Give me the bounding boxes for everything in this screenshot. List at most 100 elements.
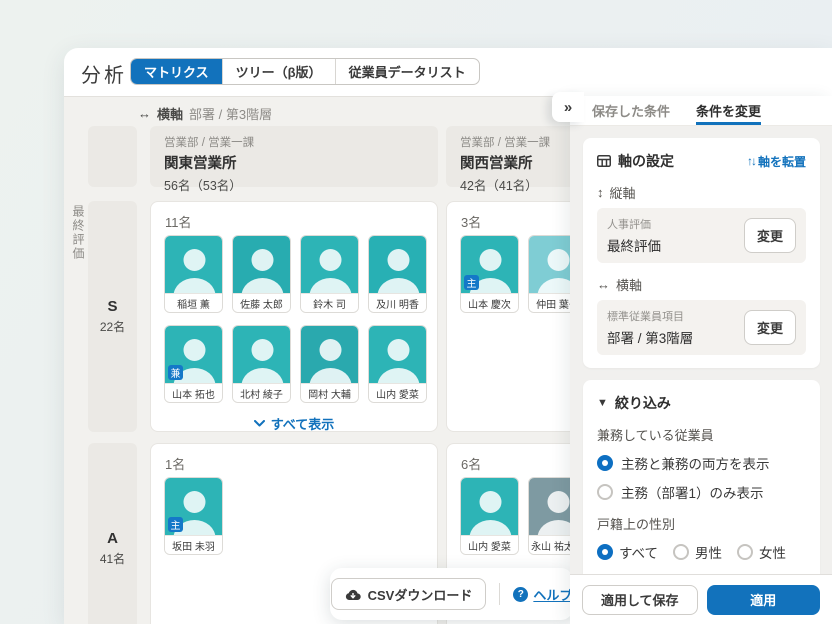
- x-axis-value: 部署 / 第3階層: [189, 104, 272, 123]
- horizontal-arrow-icon: ↔: [138, 106, 151, 121]
- question-mark-icon: ?: [513, 587, 528, 602]
- floating-toolbar: CSVダウンロード ? ヘルプ: [330, 568, 573, 620]
- row-count: 22名: [100, 318, 125, 335]
- employee-name: 佐藤 太郎: [233, 293, 290, 312]
- employee-name: 仲田 葉子: [529, 293, 576, 312]
- employee-card[interactable]: 永山 祐太郎: [528, 477, 576, 555]
- column-group: 営業部 / 営業一課: [164, 134, 424, 150]
- filter-title: ▼ 絞り込み: [597, 393, 806, 413]
- employee-card[interactable]: 山内 愛菜: [368, 325, 427, 403]
- table-icon: [597, 155, 611, 167]
- employee-card[interactable]: 及川 明香: [368, 235, 427, 313]
- column-header-kansai: 営業部 / 営業一課 関西営業所 42名（41名）: [446, 126, 576, 187]
- photo-grid: 稲垣 薫 佐藤 太郎 鈴木 司: [164, 235, 427, 403]
- horizontal-arrow-icon: ↔: [597, 277, 610, 292]
- employee-name: 及川 明香: [369, 293, 426, 312]
- csv-download-label: CSVダウンロード: [368, 585, 473, 604]
- employee-card[interactable]: 仲田 葉子: [528, 235, 576, 313]
- panel-footer: 適用して保存 適用: [570, 574, 832, 624]
- matrix-area: ↔ 横軸 部署 / 第3階層 営業部 / 営業一課 関東営業所 56名（53名）…: [64, 96, 576, 624]
- concurrent-employees-label: 兼務している従業員: [597, 425, 806, 444]
- chevrons-right-icon: »: [564, 99, 572, 116]
- cell-count: 11名: [165, 212, 192, 231]
- tab-change-conditions[interactable]: 条件を変更: [696, 96, 761, 125]
- horizontal-axis-section-label: ↔ 横軸: [597, 275, 806, 294]
- change-horizontal-axis-button[interactable]: 変更: [744, 310, 796, 345]
- toolbar-divider: [499, 583, 500, 605]
- column-group: 営業部 / 営業一課: [460, 134, 566, 150]
- help-link[interactable]: ? ヘルプ: [513, 585, 572, 604]
- employee-card[interactable]: 兼 山本 拓也: [164, 325, 223, 403]
- radio-unselected-icon[interactable]: [673, 544, 689, 560]
- filter-card: ▼ 絞り込み 兼務している従業員 主務と兼務の両方を表示 主務（部署1）のみ表示…: [583, 380, 820, 574]
- filter-icon: ▼: [597, 397, 608, 409]
- tab-matrix[interactable]: マトリクス: [131, 59, 222, 84]
- employee-name: 北村 綾子: [233, 383, 290, 402]
- tab-saved-conditions[interactable]: 保存した条件: [592, 96, 670, 125]
- axis-settings-title: 軸の設定: [597, 151, 674, 171]
- employee-photo: [301, 326, 358, 383]
- employee-card[interactable]: 岡村 大輔: [300, 325, 359, 403]
- radio-gender-all[interactable]: すべて: [597, 542, 658, 562]
- radio-gender-female[interactable]: 女性: [737, 542, 786, 562]
- row-count: 41名: [100, 550, 125, 567]
- csv-download-button[interactable]: CSVダウンロード: [331, 578, 487, 610]
- panel-collapse-button[interactable]: »: [552, 92, 584, 122]
- cloud-download-icon: [345, 588, 361, 601]
- panel-body: 軸の設定 ↑↓ 軸を転置 ↕ 縦軸 人事評価 最終評価 変更: [570, 126, 832, 574]
- employee-photo: [233, 236, 290, 293]
- cell-count: 1名: [165, 454, 185, 473]
- employee-photo: 主: [165, 478, 222, 535]
- page-title: 分析: [81, 59, 127, 88]
- change-vertical-axis-button[interactable]: 変更: [744, 218, 796, 253]
- x-axis-label: ↔ 横軸 部署 / 第3階層: [138, 104, 272, 123]
- transpose-axes-link[interactable]: ↑↓ 軸を転置: [747, 153, 806, 170]
- radio-unselected-icon[interactable]: [597, 484, 613, 500]
- employee-name: 山本 慶次: [461, 293, 518, 312]
- employee-name: 山内 愛菜: [461, 535, 518, 554]
- vertical-axis-value-box: 人事評価 最終評価 変更: [597, 208, 806, 263]
- apply-and-save-button[interactable]: 適用して保存: [582, 585, 698, 615]
- radio-gender-male[interactable]: 男性: [673, 542, 722, 562]
- employee-name: 鈴木 司: [301, 293, 358, 312]
- panel-tabs: 保存した条件 条件を変更: [570, 96, 832, 126]
- employee-card[interactable]: 北村 綾子: [232, 325, 291, 403]
- cell-count: 3名: [461, 212, 481, 231]
- radio-selected-icon[interactable]: [597, 455, 613, 471]
- up-down-arrows-icon: ↑↓: [747, 154, 755, 168]
- radio-selected-icon[interactable]: [597, 544, 613, 560]
- employee-card[interactable]: 佐藤 太郎: [232, 235, 291, 313]
- matrix-cell-s-kansai: 3名 主 山本 慶次 仲田 葉子: [446, 201, 576, 432]
- employee-photo: [461, 478, 518, 535]
- column-count: 56名（53名）: [164, 175, 424, 194]
- employee-card[interactable]: 鈴木 司: [300, 235, 359, 313]
- tab-employee-list[interactable]: 従業員データリスト: [335, 59, 479, 84]
- employee-name: 永山 祐太郎: [529, 535, 576, 554]
- employee-card[interactable]: 稲垣 薫: [164, 235, 223, 313]
- employee-name: 坂田 未羽: [165, 535, 222, 554]
- photo-grid: 山内 愛菜 永山 祐太郎: [460, 477, 576, 555]
- employee-name: 稲垣 薫: [165, 293, 222, 312]
- employee-card[interactable]: 主 山本 慶次: [460, 235, 519, 313]
- column-count: 42名（41名）: [460, 175, 566, 194]
- employee-card[interactable]: 主 坂田 未羽: [164, 477, 223, 555]
- employee-photo: [369, 236, 426, 293]
- y-axis-value: 最終評価: [70, 205, 87, 261]
- show-all-label: すべて表示: [271, 414, 335, 433]
- row-header-a: A 41名: [88, 443, 137, 624]
- radio-unselected-icon[interactable]: [737, 544, 753, 560]
- tab-tree-beta[interactable]: ツリー（β版）: [222, 59, 335, 84]
- axis-category: 標準従業員項目: [607, 308, 693, 324]
- main-card: 分析 マトリクス ツリー（β版） 従業員データリスト ↔ 横軸 部署 / 第3階…: [64, 48, 832, 624]
- radio-show-both[interactable]: 主務と兼務の両方を表示: [597, 453, 806, 473]
- employee-name: 岡村 大輔: [301, 383, 358, 402]
- show-all-link[interactable]: すべて表示: [151, 414, 437, 433]
- employee-card[interactable]: 山内 愛菜: [460, 477, 519, 555]
- row-grade: A: [107, 530, 118, 547]
- apply-button[interactable]: 適用: [707, 585, 821, 615]
- axis-value: 最終評価: [607, 235, 661, 255]
- employee-photo: 兼: [165, 326, 222, 383]
- employee-photo: [233, 326, 290, 383]
- matrix-corner-cell: [88, 126, 137, 187]
- radio-primary-only[interactable]: 主務（部署1）のみ表示: [597, 482, 806, 502]
